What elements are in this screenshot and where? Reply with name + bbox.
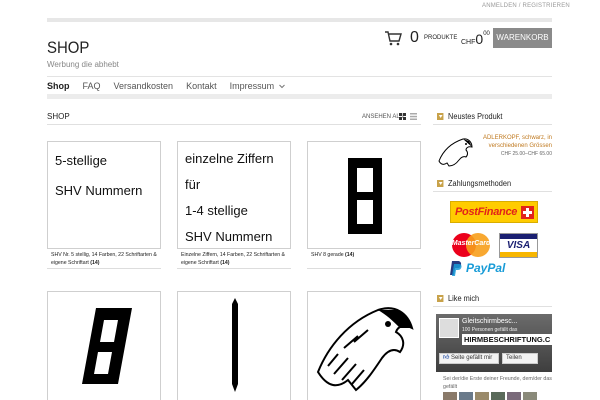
sidebar-heading-like: Like mich bbox=[437, 294, 479, 303]
product-caption[interactable]: Einzelne Ziffern, 14 Farben, 22 Schrifta… bbox=[181, 252, 293, 267]
nav-divider-top bbox=[47, 76, 552, 77]
product-caption[interactable]: SHV Nr. 5 stellig, 14 Farben, 22 Schrift… bbox=[51, 252, 163, 267]
sidebar-heading-label: Like mich bbox=[448, 294, 480, 303]
list-view-icon[interactable] bbox=[410, 113, 417, 120]
product-thumbnail[interactable] bbox=[307, 141, 421, 249]
content-heading: SHOP bbox=[47, 112, 70, 121]
thumb-text-line: 1-4 stellige bbox=[185, 203, 248, 218]
cart-currency: CHF bbox=[461, 39, 476, 46]
cart-amount-decimals: 00 bbox=[483, 31, 490, 37]
product-divider bbox=[47, 268, 161, 269]
avatar[interactable] bbox=[523, 392, 537, 400]
cart-icon[interactable] bbox=[384, 29, 402, 47]
chevron-down-icon bbox=[278, 84, 285, 89]
product-title: SHV 8 gerade bbox=[311, 252, 344, 258]
chevron-down-icon bbox=[437, 113, 444, 120]
site-title[interactable]: SHOP bbox=[47, 38, 89, 58]
chevron-down-icon bbox=[437, 180, 444, 187]
mastercard-label: MasterCard bbox=[451, 240, 491, 247]
fb-banner: HIRMBESCHRIFTUNG.C bbox=[462, 334, 552, 345]
page-avatar bbox=[439, 318, 459, 338]
product-title: SHV Nr. 5 stellig, 14 Farben, 22 Schrift… bbox=[51, 252, 157, 266]
sidebar-heading-newest: Neustes Produkt bbox=[437, 112, 502, 121]
paypal-label: PayPal bbox=[466, 261, 506, 275]
thumb-text-line: SHV Nummern bbox=[55, 183, 143, 198]
cart-produkte-label: PRODUKTE bbox=[424, 35, 458, 41]
fb-share-button[interactable]: Teilen bbox=[502, 353, 538, 364]
visa-logo: VISA bbox=[499, 233, 538, 258]
paypal-p-icon bbox=[450, 261, 462, 276]
digit-eight-italic-image bbox=[82, 308, 132, 384]
product-thumbnail[interactable] bbox=[177, 291, 291, 400]
nav-item-impressum[interactable]: Impressum bbox=[230, 81, 285, 94]
login-register-link[interactable]: ANMELDEN / REGISTRIEREN bbox=[482, 3, 570, 9]
fb-share-label: Teilen bbox=[506, 355, 522, 361]
cart-count: 0 bbox=[410, 29, 419, 46]
site-tagline: Werbung die abhebt bbox=[47, 60, 119, 69]
eagle-head-image bbox=[316, 307, 414, 392]
sidebar-heading-label: Neustes Produkt bbox=[448, 112, 503, 121]
main-nav: Shop FAQ Versandkosten Kontakt Impressum bbox=[47, 81, 285, 94]
thumb-text-line: SHV Nummern bbox=[185, 229, 273, 244]
thumbs-up-icon: 👍︎ bbox=[443, 355, 450, 361]
warenkorb-button[interactable]: WARENKORB bbox=[493, 28, 552, 48]
eagle-thumbnail[interactable] bbox=[437, 135, 473, 167]
facebook-page-widget[interactable]: Gleitschirmbesc... 100 Personen gefällt … bbox=[436, 314, 552, 372]
fb-page-name[interactable]: Gleitschirmbesc... bbox=[462, 318, 518, 325]
nav-item-faq[interactable]: FAQ bbox=[83, 81, 101, 94]
paypal-logo: PayPal bbox=[450, 261, 542, 277]
product-caption[interactable]: SHV 8 gerade (14) bbox=[311, 252, 423, 260]
product-thumbnail[interactable] bbox=[47, 291, 161, 400]
grid-view-icon[interactable] bbox=[399, 113, 406, 120]
product-count: (14) bbox=[345, 252, 355, 258]
avatar[interactable] bbox=[507, 392, 521, 400]
product-title: Einzelne Ziffern, 14 Farben, 22 Schrifta… bbox=[181, 252, 285, 266]
product-thumbnail[interactable]: 5-stellige SHV Nummern bbox=[47, 141, 161, 249]
sidebar-heading-label: Zahlungsmethoden bbox=[448, 179, 512, 188]
visa-label: VISA bbox=[506, 240, 531, 251]
product-thumbnail[interactable]: einzelne Ziffern für 1-4 stellige SHV Nu… bbox=[177, 141, 291, 249]
sidebar-heading-payment: Zahlungsmethoden bbox=[437, 179, 511, 188]
fb-friends-text: Sei der/die Erste deiner Freunde, dem/de… bbox=[443, 376, 552, 390]
content-divider bbox=[47, 124, 421, 125]
avatar[interactable] bbox=[443, 392, 457, 400]
product-count: (14) bbox=[90, 259, 100, 266]
fb-page-subtitle: 100 Personen gefällt das bbox=[462, 327, 518, 333]
top-divider bbox=[47, 18, 552, 22]
product-divider bbox=[177, 268, 291, 269]
swiss-cross-icon bbox=[521, 206, 534, 219]
fb-like-button[interactable]: 👍︎ Seite gefällt mir bbox=[439, 353, 499, 364]
sidebar-divider bbox=[433, 191, 552, 192]
postfinance-logo: PostFinance bbox=[450, 201, 538, 223]
view-as-label: ANSEHEN ALS bbox=[362, 114, 404, 120]
thumb-text-line: für bbox=[185, 177, 201, 192]
sidebar-divider bbox=[433, 306, 552, 307]
avatar[interactable] bbox=[491, 392, 505, 400]
fb-like-label: Seite gefällt mir bbox=[450, 355, 493, 361]
chevron-down-icon bbox=[437, 295, 444, 302]
postfinance-label: PostFinance bbox=[455, 206, 518, 218]
nav-item-shop[interactable]: Shop bbox=[47, 81, 70, 94]
newest-product-price: CHF 25.00–CHF 65.00 bbox=[500, 151, 552, 157]
avatar[interactable] bbox=[459, 392, 473, 400]
nav-item-kontakt[interactable]: Kontakt bbox=[186, 81, 217, 94]
nav-item-versandkosten[interactable]: Versandkosten bbox=[114, 81, 174, 94]
mastercard-logo: MasterCard bbox=[450, 232, 492, 258]
digit-one-image bbox=[232, 298, 238, 392]
product-thumbnail[interactable] bbox=[307, 291, 421, 400]
product-divider bbox=[307, 268, 421, 269]
thumb-text-line: 5-stellige bbox=[55, 153, 108, 168]
product-count: (14) bbox=[220, 259, 230, 266]
thumb-text-line: einzelne Ziffern bbox=[185, 151, 274, 166]
newest-product-link[interactable]: ADLERKOPF, schwarz, in verschiedenen Grö… bbox=[480, 134, 552, 150]
nav-item-impressum-label: Impressum bbox=[229, 81, 275, 91]
cart-total: CHF000 bbox=[461, 31, 490, 49]
fb-friend-avatars bbox=[443, 392, 552, 400]
digit-eight-image bbox=[348, 158, 382, 234]
avatar[interactable] bbox=[475, 392, 489, 400]
sidebar-divider bbox=[433, 124, 552, 125]
fb-banner-text: HIRMBESCHRIFTUNG.C bbox=[464, 335, 551, 344]
nav-divider-bottom bbox=[47, 94, 552, 99]
